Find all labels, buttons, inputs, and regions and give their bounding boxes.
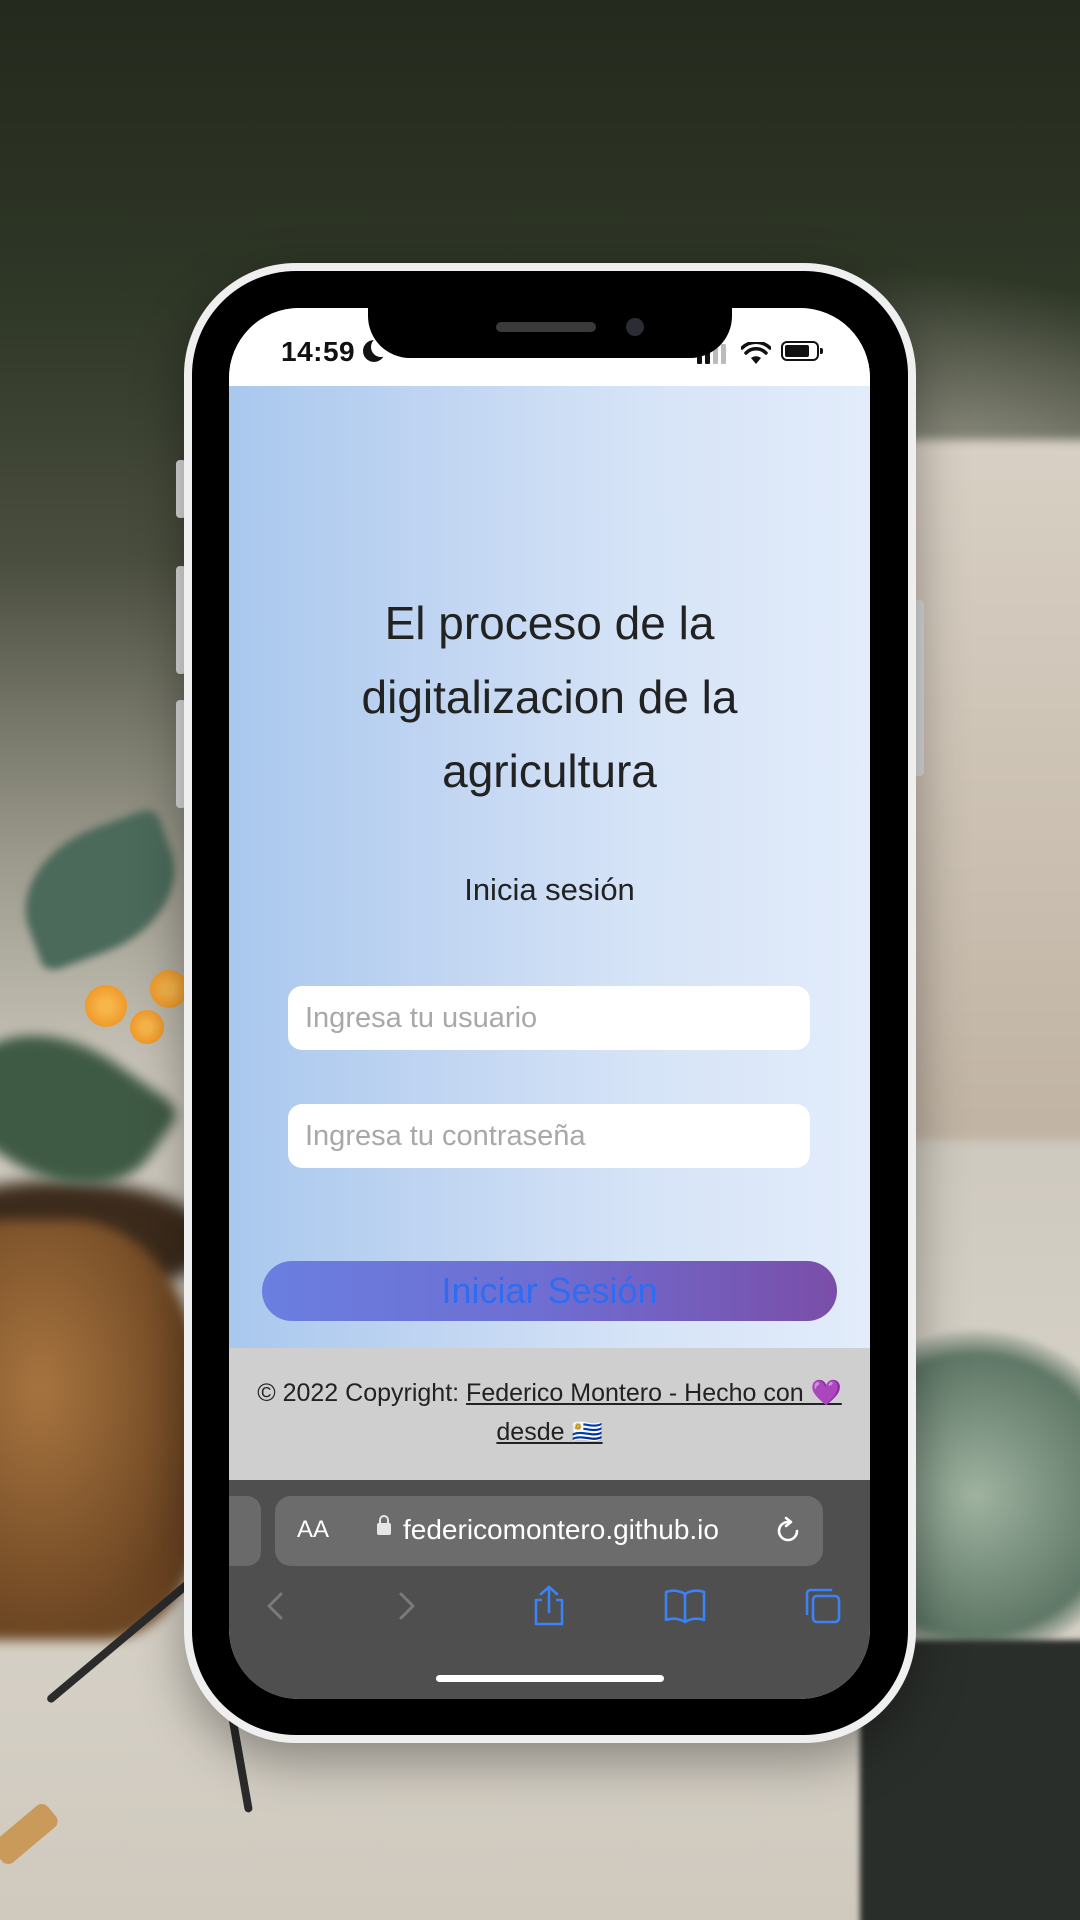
background-flower xyxy=(85,985,127,1027)
status-time: 14:59 xyxy=(281,336,356,367)
username-input[interactable] xyxy=(288,986,810,1050)
password-input[interactable] xyxy=(288,1104,810,1168)
login-button[interactable]: Iniciar Sesión xyxy=(262,1261,837,1321)
page-footer: © 2022 Copyright: Federico Montero - Hec… xyxy=(229,1348,870,1480)
web-page: El proceso de la digitalizacion de la ag… xyxy=(229,386,870,1426)
browser-bottom-bar: AA federicomontero.github.io xyxy=(229,1480,870,1699)
forward-icon[interactable] xyxy=(383,1584,427,1628)
background-flower xyxy=(150,970,188,1008)
phone-screen: 14:59 El proceso de la digitalizacion de… xyxy=(229,308,870,1699)
wifi-icon xyxy=(741,342,771,364)
lock-icon xyxy=(377,1515,391,1535)
speaker-grille xyxy=(496,322,596,332)
share-icon[interactable] xyxy=(527,1584,571,1628)
login-heading: Inicia sesión xyxy=(464,872,635,907)
bookmarks-icon[interactable] xyxy=(663,1584,707,1628)
background-pot-left xyxy=(0,1220,200,1640)
tabs-icon[interactable] xyxy=(801,1584,845,1628)
battery-icon xyxy=(781,341,823,361)
author-link[interactable]: Federico Montero - Hecho con 💜 desde 🇺🇾 xyxy=(466,1379,842,1446)
page-title: El proceso de la digitalizacion de la ag… xyxy=(361,597,738,797)
text-size-button[interactable]: AA xyxy=(297,1516,329,1544)
background-flower xyxy=(130,1010,164,1044)
front-camera xyxy=(626,318,644,336)
url-text[interactable]: federicomontero.github.io xyxy=(403,1514,719,1546)
reload-icon[interactable] xyxy=(773,1516,803,1546)
background-tool-handle xyxy=(0,1800,61,1868)
browser-toolbar xyxy=(229,1584,870,1640)
home-indicator[interactable] xyxy=(436,1675,664,1682)
background-tray xyxy=(900,440,1080,1140)
copyright-text: © 2022 Copyright: xyxy=(257,1379,467,1407)
back-icon[interactable] xyxy=(255,1584,299,1628)
address-bar[interactable]: AA federicomontero.github.io xyxy=(275,1496,823,1566)
previous-tab-preview[interactable] xyxy=(229,1496,261,1566)
background-leaf xyxy=(4,806,196,974)
phone-notch xyxy=(368,300,732,358)
